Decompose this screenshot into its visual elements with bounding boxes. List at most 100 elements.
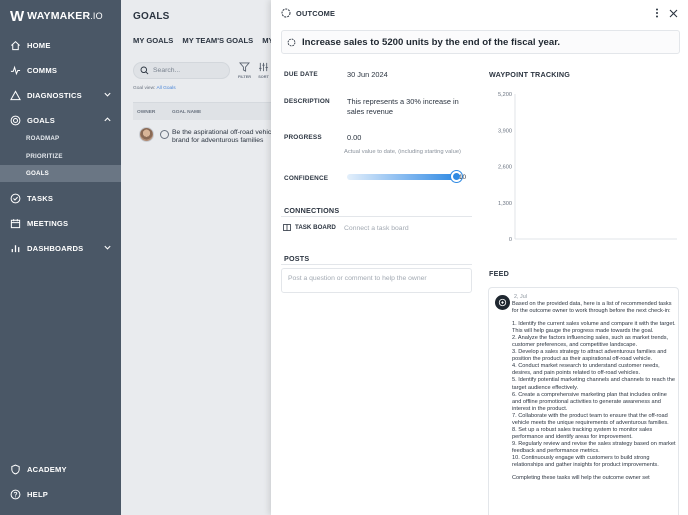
list-item: 8. Set up a robust sales tracking system… [512,426,653,440]
nav-help[interactable]: HELP [0,485,121,503]
nav-tasks[interactable]: TASKS [0,189,121,207]
feed-heading: FEED [489,269,509,278]
waypoint-chart-svg: 5,200 3,900 2,600 1,300 0 [498,92,677,243]
panel-type-label: OUTCOME [296,8,336,18]
search-input[interactable]: Search... [133,62,230,79]
target-icon [9,114,21,126]
nav-academy[interactable]: ACADEMY [0,460,121,478]
tab-my-goals[interactable]: MY GOALS [133,36,173,45]
goal-view-label: Goal view: [133,86,156,91]
progress-value[interactable]: 0.00 [347,133,361,143]
progress-hint: Actual value to date, (including startin… [344,149,461,155]
task-board-label-row: TASK BOARD [283,224,336,231]
outcome-panel: OUTCOME Increase sales to 5200 units by … [271,0,688,515]
outcome-icon [281,8,291,18]
logo-name: WAYMAKER [27,10,91,22]
goal-view-link[interactable]: All Goals [156,86,175,91]
connections-divider [281,216,472,217]
goal-name[interactable]: Be the aspirational off-road vehicle bra… [172,129,282,146]
chevron-up-icon[interactable] [103,115,112,126]
confidence-slider[interactable] [347,171,462,182]
nav-sub-roadmap-label: ROADMAP [26,135,60,142]
due-date-value[interactable]: 30 Jun 2024 [347,70,388,80]
pulse-icon [9,64,21,76]
nav-sub-prioritize[interactable]: PRIORITIZE [0,148,121,165]
nav-diagnostics[interactable]: DIAGNOSTICS [0,86,121,104]
board-icon [283,224,291,231]
table-row[interactable]: Be the aspirational off-road vehicle bra… [133,120,277,160]
avatar [139,127,154,142]
nav-sub-goals[interactable]: GOALS [0,165,121,182]
post-input[interactable]: Post a question or comment to help the o… [281,268,472,293]
nav-dashboards-label: DASHBOARDS [27,243,84,253]
nav-comms-label: COMMS [27,65,58,75]
goals-tabs: MY GOALS MY TEAM'S GOALS MY CO [133,36,287,45]
ai-avatar [495,295,510,310]
panel-header: OUTCOME [281,8,335,18]
connect-task-board-input[interactable]: Connect a task board [344,225,409,232]
nav-sub-prioritize-label: PRIORITIZE [26,153,63,160]
progress-label: PROGRESS [284,134,322,141]
feed-date: 2, Jul [514,294,527,300]
list-item: 7. Collaborate with the product team to … [512,412,669,426]
nav-goals[interactable]: GOALS [0,111,121,129]
more-options-icon[interactable] [655,8,659,18]
feed-outro: Completing these tasks will help the out… [512,475,650,482]
outcome-status-icon [287,38,296,46]
chevron-down-icon[interactable] [103,243,112,254]
home-icon [9,39,21,51]
page-title: GOALS [133,11,170,22]
list-item: 5. Identify potential marketing channels… [512,377,675,391]
confidence-value: 10 [459,174,467,181]
nav-meetings[interactable]: MEETINGS [0,214,121,232]
filter-button[interactable]: FILTER [238,62,251,79]
outcome-title-field[interactable]: Increase sales to 5200 units by the end … [281,30,680,54]
waymaker-logo[interactable]: W WAYMAKER.IO [10,7,103,25]
list-item: 1. Identify the current sales volume and… [512,321,676,335]
filter-icon [239,62,250,72]
sort-icon [259,62,268,72]
sort-label: SORT [258,75,269,79]
connections-heading: CONNECTIONS [284,206,340,215]
due-date-label: DUE DATE [284,71,318,78]
y-tick-label: 3,900 [498,128,512,134]
description-value[interactable]: This represents a 30% increase in sales … [347,97,477,117]
nav-goals-label: GOALS [27,115,56,125]
tab-my-team-goals[interactable]: MY TEAM'S GOALS [182,36,253,45]
nav-home[interactable]: HOME [0,36,121,54]
goal-target-icon [160,130,169,139]
check-circle-icon [9,192,21,204]
sort-button[interactable]: SORT [258,62,269,79]
logo-mark: W [10,7,24,25]
y-tick-label: 2,600 [498,165,512,171]
nav-home-label: HOME [27,40,51,50]
col-goal-name: GOAL NAME [172,110,202,115]
y-tick-label: 5,200 [498,92,512,98]
nav-diagnostics-label: DIAGNOSTICS [27,90,82,100]
calendar-icon [9,217,21,229]
list-item: 9. Regularly review and revise the sales… [512,440,676,454]
y-tick-label: 1,300 [498,201,512,207]
feed-intro: Based on the provided data, here is a li… [512,301,672,315]
feed-card: 2, Jul Based on the provided data, here … [488,287,679,515]
warning-icon [9,89,21,101]
nav-sub-roadmap[interactable]: ROADMAP [0,130,121,147]
nav-tasks-label: TASKS [27,193,54,203]
nav-help-label: HELP [27,489,49,499]
nav-dashboards[interactable]: DASHBOARDS [0,239,121,257]
goals-table-header: OWNER GOAL NAME [133,102,271,120]
confidence-label: CONFIDENCE [284,175,329,182]
y-tick-label: 0 [509,237,512,243]
close-icon[interactable] [669,9,678,18]
posts-heading: POSTS [284,254,310,263]
chevron-down-icon[interactable] [103,90,112,101]
goals-page: GOALS MY GOALS MY TEAM'S GOALS MY CO Sea… [121,0,287,515]
feed-task-list: 1. Identify the current sales volume and… [512,321,676,469]
col-owner: OWNER [137,110,156,115]
nav-sub-goals-label: GOALS [26,170,50,177]
list-item: 6. Create a comprehensive marketing plan… [512,391,667,412]
list-item: 3. Develop a sales strategy to attract a… [512,349,667,363]
nav-comms[interactable]: COMMS [0,61,121,79]
filter-label: FILTER [238,75,252,79]
nav-meetings-label: MEETINGS [27,218,69,228]
